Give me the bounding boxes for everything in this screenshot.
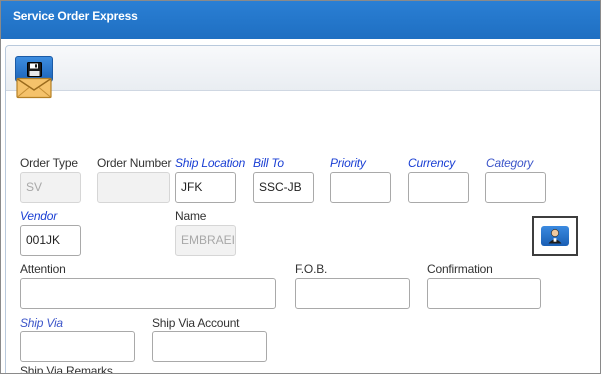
- app-window: Service Order Express Order Type Order N…: [0, 0, 601, 374]
- vendor-label: Vendor: [20, 209, 58, 223]
- name-field: EMBRAEI: [175, 225, 236, 256]
- ship-location-field[interactable]: JFK: [175, 172, 236, 203]
- order-number-label: Order Number: [97, 156, 172, 170]
- ship-via-remarks-label: Ship Via Remarks: [20, 364, 113, 374]
- ship-via-field[interactable]: [20, 331, 135, 362]
- name-label: Name: [175, 209, 207, 223]
- category-field[interactable]: [485, 172, 546, 203]
- toolbar: [6, 46, 600, 91]
- currency-field[interactable]: [408, 172, 469, 203]
- ship-via-account-label: Ship Via Account: [152, 316, 240, 330]
- confirmation-label: Confirmation: [427, 262, 493, 276]
- fob-label: F.O.B.: [295, 262, 328, 276]
- fob-field[interactable]: [295, 278, 410, 309]
- person-lookup-icon: [548, 229, 562, 244]
- window-title: Service Order Express: [13, 9, 138, 23]
- title-bar: Service Order Express: [1, 1, 600, 39]
- ship-via-account-field[interactable]: [152, 331, 267, 362]
- priority-field[interactable]: [330, 172, 391, 203]
- floppy-disk-icon: [27, 62, 42, 77]
- order-type-label: Order Type: [20, 156, 78, 170]
- category-label: Category: [486, 156, 534, 170]
- currency-label: Currency: [408, 156, 456, 170]
- form-panel: [5, 45, 600, 373]
- order-type-field: SV: [20, 172, 81, 203]
- vendor-field[interactable]: 001JK: [20, 225, 81, 256]
- attention-field[interactable]: [20, 278, 276, 309]
- envelope-icon[interactable]: [16, 77, 52, 99]
- ship-location-label: Ship Location: [175, 156, 246, 170]
- priority-label: Priority: [330, 156, 366, 170]
- attention-label: Attention: [20, 262, 66, 276]
- ship-via-label: Ship Via: [20, 316, 63, 330]
- confirmation-field[interactable]: [427, 278, 541, 309]
- bill-to-field[interactable]: SSC-JB: [253, 172, 314, 203]
- order-number-field: [97, 172, 170, 203]
- bill-to-label: Bill To: [253, 156, 284, 170]
- vendor-lookup-button[interactable]: [532, 216, 578, 256]
